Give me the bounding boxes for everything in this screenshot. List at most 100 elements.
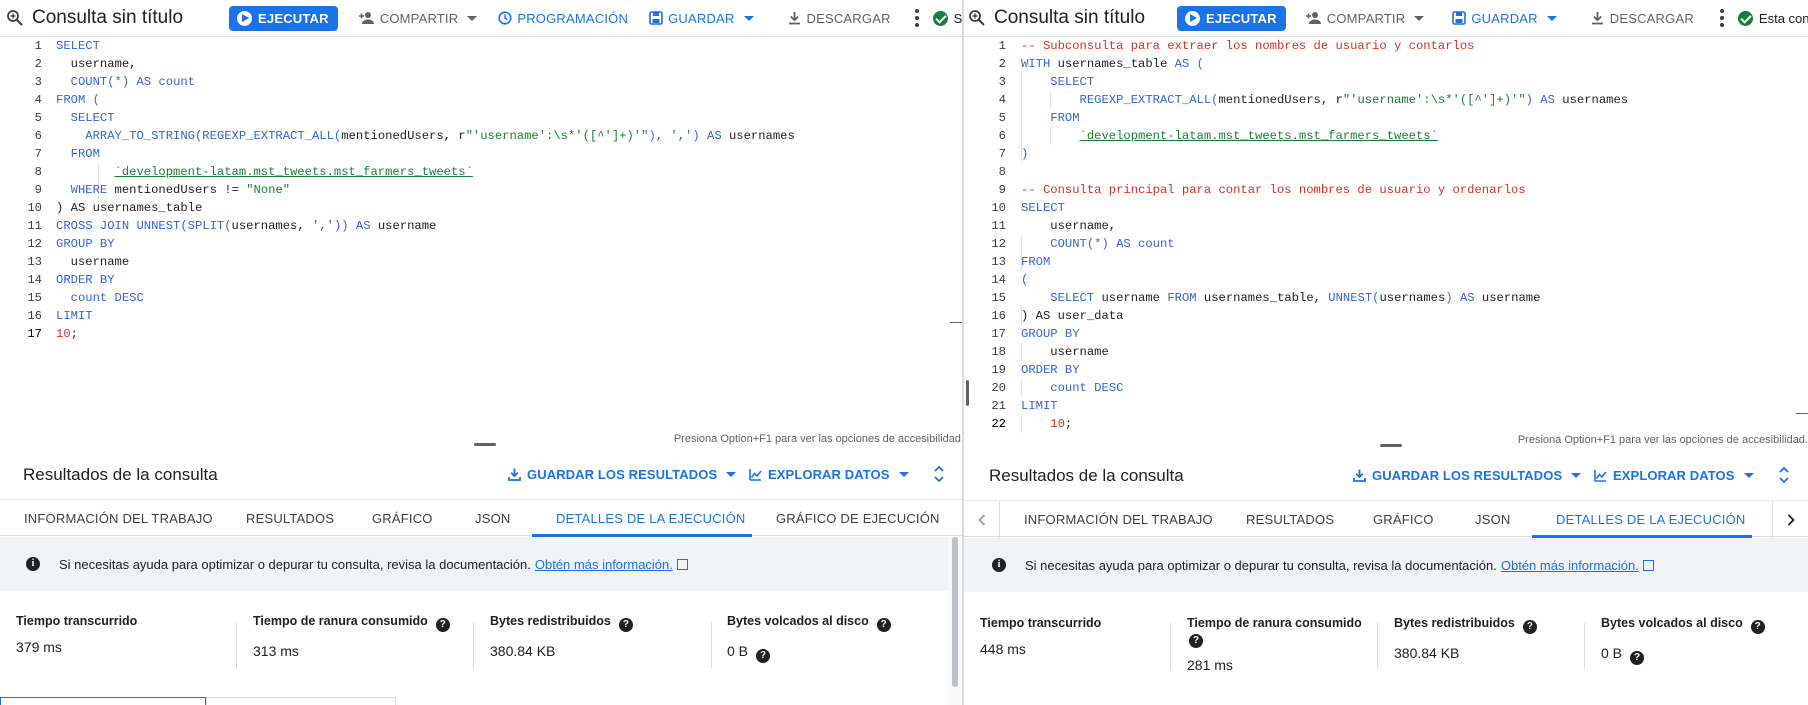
expand-collapse-icon[interactable] [932,464,946,484]
explore-data-button[interactable]: EXPLORAR DATOS [749,467,909,482]
help-icon[interactable]: ? [1189,634,1203,648]
metric-bytes-shuffled: Bytes redistribuidos? 380.84 KB [1394,616,1537,661]
help-icon[interactable]: ? [618,618,633,632]
tab-results[interactable]: RESULTADOS [246,500,334,537]
help-icon[interactable]: ? [756,649,771,663]
resize-handle[interactable] [1380,444,1402,447]
learn-more-link[interactable]: Obtén más información. [535,557,673,572]
code-area[interactable]: SELECT username, COUNT(*) AS count FROM … [56,37,964,432]
query-title[interactable]: Consulta sin título [994,7,1145,29]
download-button[interactable]: DESCARGAR [788,11,891,26]
tab-execution-graph[interactable]: GRÁFICO DE EJECUCIÓN [776,500,940,537]
accessibility-hint: Presiona Option+F1 para ver las opciones… [673,433,964,445]
execution-subtab[interactable] [0,697,206,705]
explore-data-label: EXPLORAR DATOS [1613,468,1735,483]
run-label: EJECUTAR [258,10,329,26]
help-icon[interactable]: ? [876,618,891,632]
line-number: 17 [27,327,42,341]
zoom-search-icon[interactable] [968,0,986,36]
tab-results[interactable]: RESULTADOS [1246,501,1334,538]
query-status: Se c... [932,10,964,26]
help-icon[interactable]: ? [435,618,450,632]
code-line: ORDER BY [56,273,115,287]
tab-json[interactable]: JSON [475,500,510,537]
save-button[interactable]: GUARDAR [649,11,754,26]
code-line: -- Consulta principal para contar los no… [1021,183,1526,197]
code-line: username [70,255,130,269]
results-scrollbar[interactable] [948,537,962,705]
line-number: 8 [998,165,1006,179]
info-banner: i Si necesitas ayuda para optimizar o de… [964,538,1808,592]
tab-execution-details[interactable]: DETALLES DE LA EJECUCIÓN [532,500,752,537]
sql-editor[interactable]: 1 2 3 4 5 6 7 8 9 10 11 12 13 14 15 16 17 SELECT usernam… [0,37,964,432]
explore-data-label: EXPLORAR DATOS [768,467,890,482]
save-results-button[interactable]: GUARDAR LOS RESULTADOS [508,467,737,482]
download-icon [788,12,800,25]
download-label: DESCARGAR [806,10,891,26]
more-options-icon[interactable] [1719,9,1724,27]
code-line: FROM ( [56,93,100,107]
code-line: COUNT(*) AS count [1050,237,1175,251]
line-number: 14 [27,273,42,287]
line-number: 13 [991,255,1006,269]
tab-json[interactable]: JSON [1475,501,1510,538]
external-link-icon [676,558,688,570]
query-title[interactable]: Consulta sin título [32,7,183,29]
tabs-scroll-right-icon[interactable] [1772,501,1808,538]
line-number: 1 [34,39,42,53]
execution-subtab[interactable] [206,697,396,705]
tab-execution-details[interactable]: DETALLES DE LA EJECUCIÓN [1532,501,1752,538]
code-line: FROM [1021,255,1051,269]
help-icon[interactable]: ? [1750,620,1765,634]
learn-more-link[interactable]: Obtén más información. [1501,558,1639,573]
code-area[interactable]: -- Subconsulta para extraer los nombres … [1021,37,1808,433]
save-icon [649,11,663,25]
metric-label: Bytes redistribuidos [490,614,611,628]
metric-value: 380.84 KB [1394,645,1460,661]
tab-job-info[interactable]: INFORMACIÓN DEL TRABAJO [1024,501,1213,538]
metric-bytes-spilled: Bytes volcados al disco? 0 B? [1601,616,1765,665]
more-options-icon[interactable] [914,9,919,27]
schedule-label: PROGRAMACIÓN [517,10,629,26]
explore-data-button[interactable]: EXPLORAR DATOS [1594,468,1754,483]
sql-editor[interactable]: 1 2 3 4 5 6 7 8 9 10 11 12 13 14 15 16 17 18 19 20 21 22 -- S… [964,37,1808,433]
tab-chart[interactable]: GRÁFICO [1373,501,1434,538]
tab-job-info[interactable]: INFORMACIÓN DEL TRABAJO [24,500,213,537]
share-label: COMPARTIR [379,10,459,26]
results-tabs: INFORMACIÓN DEL TRABAJO RESULTADOS GRÁFI… [964,500,1808,538]
share-label: COMPARTIR [1326,10,1406,26]
tab-chart[interactable]: GRÁFICO [372,500,433,537]
run-button[interactable]: EJECUTAR [1177,5,1286,31]
chart-line-icon [1594,470,1607,482]
metric-value: 448 ms [980,641,1026,657]
expand-collapse-icon[interactable] [1777,465,1791,485]
share-button[interactable]: COMPARTIR [1305,10,1425,26]
line-number: 18 [991,345,1006,359]
line-number: 8 [34,165,42,179]
save-results-button[interactable]: GUARDAR LOS RESULTADOS [1353,468,1582,483]
code-line: GROUP BY [56,237,115,251]
line-number: 7 [998,147,1006,161]
help-icon[interactable]: ? [1522,620,1537,634]
save-button[interactable]: GUARDAR [1452,11,1557,26]
run-button[interactable]: EJECUTAR [229,5,338,31]
zoom-search-icon[interactable] [6,0,24,36]
resize-handle[interactable] [474,443,496,446]
share-button[interactable]: COMPARTIR [358,10,478,26]
metric-divider [1584,623,1585,669]
metric-label: Bytes volcados al disco [727,614,869,628]
code-line: username, [70,57,137,71]
metric-value: 313 ms [253,643,299,659]
save-results-icon [1353,469,1366,482]
info-icon: i [26,557,40,571]
code-line: count DESC [70,291,144,305]
schedule-button[interactable]: PROGRAMACIÓN [498,11,628,26]
tabs-scroll-left-icon[interactable] [964,501,1000,538]
pane-resize-handle[interactable] [966,380,969,406]
download-button[interactable]: DESCARGAR [1591,11,1694,26]
chevron-down-icon [743,15,754,21]
info-text: Si necesitas ayuda para optimizar o depu… [59,556,531,572]
metric-bytes-spilled: Bytes volcados al disco? 0 B? [727,614,891,663]
code-line: ) AS usernames_table [56,201,203,215]
help-icon[interactable]: ? [1630,651,1645,665]
